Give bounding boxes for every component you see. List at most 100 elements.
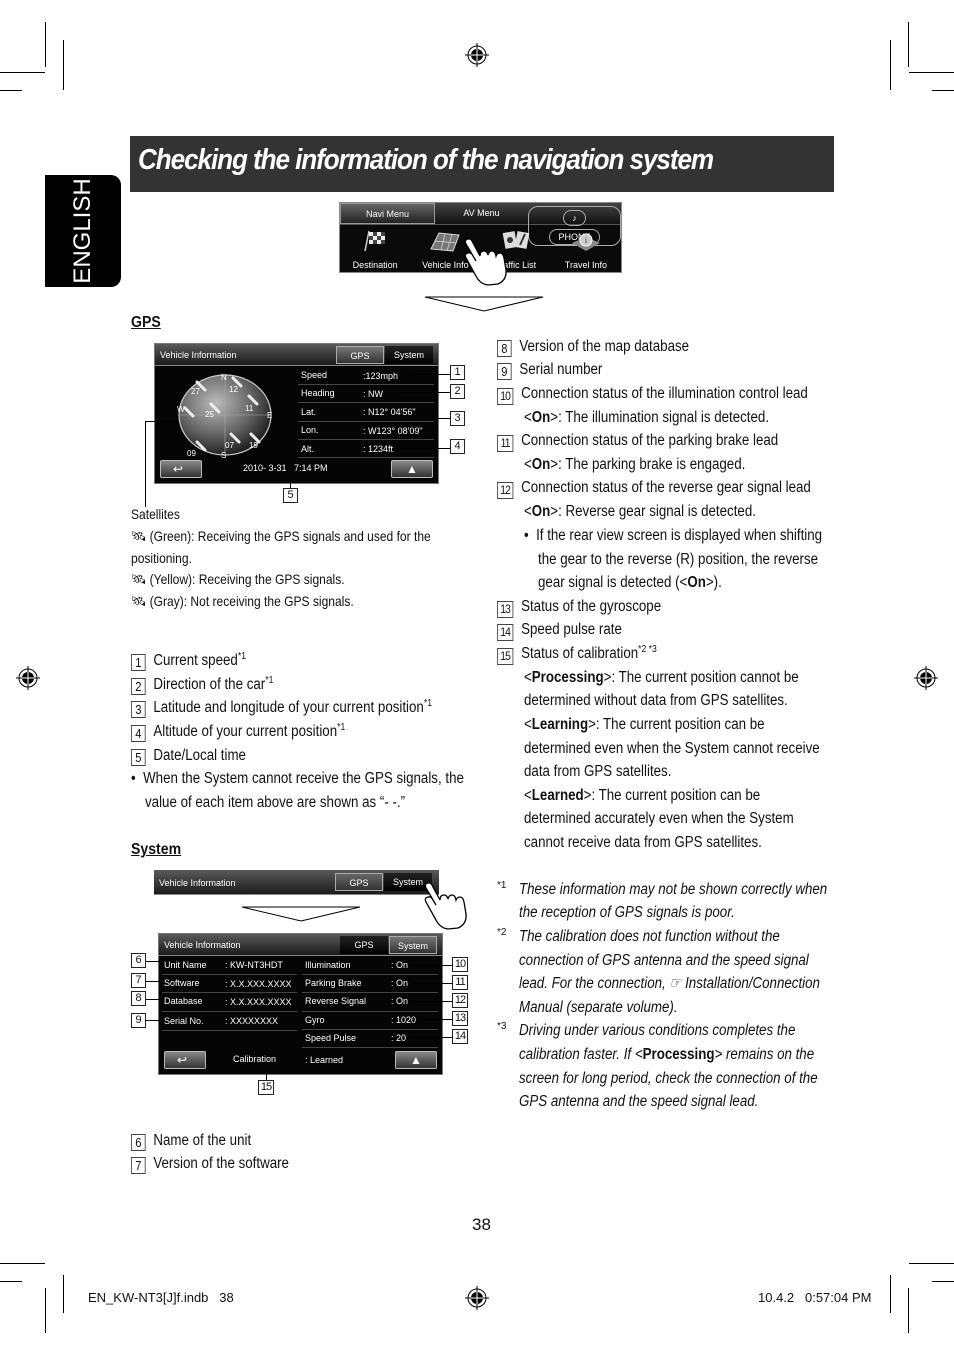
illumination-value: : On [391, 960, 409, 970]
navigation-button[interactable]: ▲ [395, 1051, 437, 1069]
footnote-text: connection of GPS antenna and the speed … [519, 952, 809, 969]
satellite-globe: N S E W 27 12 25 11 07 19 09 [177, 373, 272, 458]
compass-e: E [267, 411, 272, 420]
item-text: Latitude and longitude of your current p… [153, 699, 424, 716]
bullet-text: gear signal is detected ( [538, 574, 680, 591]
menu-item-destination[interactable]: Destination [340, 225, 410, 273]
bullet-note: • If the rear view screen is displayed w… [524, 527, 823, 544]
back-arrow-icon: ↩ [177, 1053, 188, 1067]
system-heading: System [131, 841, 182, 858]
item-text: Version of the map database [519, 338, 690, 355]
satellite-green-icon: 🛰 [131, 528, 147, 544]
parking-brake-value: : On [391, 978, 409, 988]
language-tab: ENGLISH [45, 175, 121, 287]
sub-text: : The illumination signal is detected. [558, 409, 770, 426]
callout-10: 10 [452, 957, 468, 972]
num-box: 11 [497, 435, 514, 452]
gyro-value: : 1020 [391, 1015, 417, 1025]
footnote-text: lead. For the connection, ☞ Installation… [519, 975, 820, 992]
note-bullet-cont: value of each item above are shown as “-… [145, 794, 406, 811]
list-item: 1 Current speed*1 [131, 649, 246, 673]
tab-av-menu[interactable]: AV Menu [435, 203, 528, 224]
callout-12: 12 [452, 993, 468, 1008]
tab-navi-menu[interactable]: Navi Menu [340, 203, 435, 224]
callout-2: 2 [450, 384, 465, 399]
satellites-heading: Satellites [131, 506, 180, 522]
tab-gps[interactable]: GPS [335, 873, 383, 891]
row-label: Illumination [305, 960, 351, 970]
bold-term: Learned [531, 787, 584, 804]
satellite-gray-icon: 🛰 [131, 593, 147, 609]
row-label: Speed [301, 370, 328, 380]
phone-icon: ♪ [563, 210, 586, 226]
num-box: 14 [497, 624, 514, 641]
tab-system[interactable]: System [385, 346, 433, 364]
calibration-state-cont: determined even when the System cannot r… [524, 740, 820, 757]
crop-mark [932, 1281, 954, 1282]
row-label: Reverse Signal [305, 996, 367, 1006]
item-text: Connection status of the illumination co… [521, 385, 808, 402]
row-label: Alt. [301, 444, 315, 454]
compass-n: N [221, 373, 227, 382]
row-label: Speed Pulse [305, 1033, 357, 1043]
slug-left: EN_KW-NT3[J]f.indb 38 [88, 1290, 234, 1305]
tab-gps[interactable]: GPS [336, 346, 384, 364]
menu-item-travel-info[interactable]: i Travel Info [551, 225, 621, 273]
registration-mark-icon [465, 1286, 489, 1310]
back-button[interactable]: ↩ [164, 1051, 206, 1069]
satellite-yellow-icon: 🛰 [131, 571, 147, 587]
item-text: Version of the software [153, 1155, 289, 1172]
sat-12: 12 [229, 385, 238, 394]
callout-7: 7 [131, 973, 146, 988]
row-label: Gyro [305, 1015, 325, 1025]
calibration-state: <Learning>: The current position can be [524, 716, 765, 733]
checkered-flag-icon [364, 230, 386, 252]
tab-system[interactable]: System [389, 936, 437, 954]
callout-15: 15 [258, 1080, 274, 1095]
crop-mark [909, 72, 954, 73]
num-box: 10 [497, 388, 514, 405]
crop-mark [0, 90, 22, 91]
footnote-text: The calibration does not function withou… [519, 928, 780, 945]
footnote-mark: *3 [497, 1021, 507, 1032]
back-button[interactable]: ↩ [160, 460, 202, 478]
tab-gps[interactable]: GPS [340, 936, 388, 954]
menu-item-label: Travel Info [564, 260, 607, 270]
crop-mark [0, 1263, 45, 1264]
footnote-text: Manual (separate volume). [519, 999, 678, 1016]
item-sub: <On>: Reverse gear signal is detected. [524, 503, 756, 520]
num-box: 13 [497, 601, 514, 618]
page-number: 38 [472, 1215, 491, 1234]
navigation-button[interactable]: ▲ [391, 460, 433, 478]
unit-name-value: : KW-NT3HDT [225, 960, 283, 970]
row-label: Lon. [301, 425, 319, 435]
list-item: 3 Latitude and longitude of your current … [131, 696, 432, 720]
list-item: 9 Serial number [497, 358, 602, 382]
sat-19: 19 [249, 441, 258, 450]
tab-phone[interactable]: ♪ PHONE [528, 203, 621, 246]
item-text: Connection status of the reverse gear si… [521, 479, 811, 496]
item-sub: <On>: The illumination signal is detecte… [524, 409, 770, 426]
footnote-ref: *1 [237, 651, 246, 662]
list-item: 15 Status of calibration*2 *3 [497, 642, 657, 666]
num-box: 4 [131, 725, 146, 742]
legend-text: (Green): Receiving the GPS signals and u… [149, 528, 431, 544]
num-box: 3 [131, 701, 146, 718]
longitude-value: : W123° 08'09" [363, 426, 423, 436]
crop-mark [890, 40, 891, 90]
num-box: 2 [131, 678, 146, 695]
calibration-state-cont: determined without data from GPS satelli… [524, 692, 788, 709]
screen-title: Vehicle Information [164, 940, 241, 950]
state-text: : The current position can be [595, 716, 765, 733]
num-box: 1 [131, 654, 146, 671]
system-header-screen: Vehicle Information GPS System [154, 870, 439, 895]
calibration-state: <Processing>: The current position canno… [524, 669, 799, 686]
list-item: 13 Status of the gyroscope [497, 595, 661, 619]
calibration-value: : Learned [305, 1055, 344, 1065]
bold-term: On [531, 503, 551, 520]
callout-13: 13 [452, 1011, 468, 1026]
bullet-note-cont: gear signal is detected (<On>). [538, 574, 722, 591]
language-label: ENGLISH [69, 178, 96, 284]
legend-text: (Yellow): Receiving the GPS signals. [149, 571, 345, 587]
callout-4: 4 [450, 439, 465, 454]
